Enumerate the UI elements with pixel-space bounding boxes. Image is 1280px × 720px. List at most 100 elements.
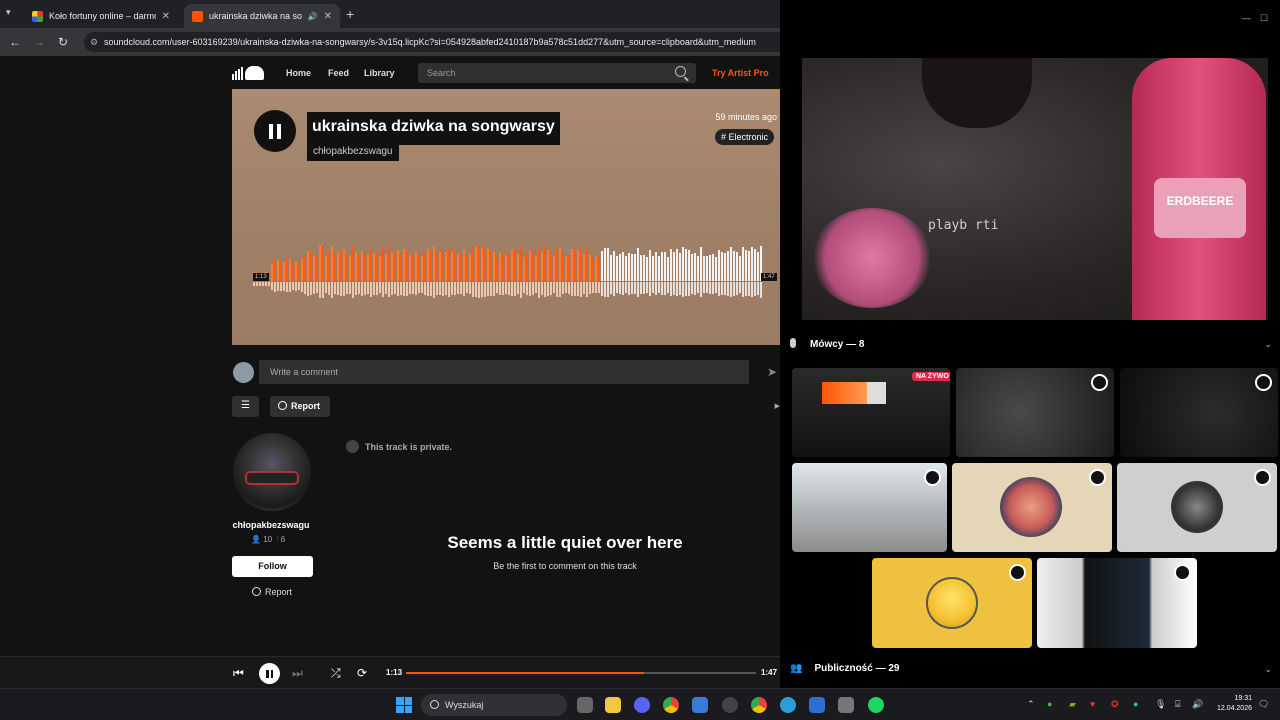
back-icon[interactable]: ← (3, 35, 27, 49)
current-time: 1:13 (386, 668, 403, 677)
waveform-reflection-bar (547, 282, 549, 296)
nav-library[interactable]: Library (364, 68, 395, 78)
tab-wheel-of-fortune[interactable]: Koło fortuny online – darmowe ✕ (24, 4, 178, 28)
avatar[interactable] (233, 433, 311, 511)
new-tab-button[interactable]: + (346, 6, 354, 22)
nav-feed[interactable]: Feed (328, 68, 349, 78)
tray-app-icon[interactable]: ✪ (1111, 699, 1119, 710)
forward-icon[interactable]: → (27, 35, 51, 49)
search-icon[interactable] (675, 66, 686, 77)
maximize-icon[interactable]: ☐ (1260, 13, 1268, 24)
notifications-icon[interactable]: 🗨 (1258, 699, 1269, 710)
minimize-icon[interactable]: — (1242, 13, 1251, 23)
waveform-bar (694, 253, 696, 281)
waveform-reflection-bar (406, 282, 408, 296)
waveform-reflection-bar (739, 282, 741, 293)
windows-start-icon[interactable] (396, 697, 412, 713)
waveform-reflection-bar (331, 282, 333, 298)
speaker-tile[interactable] (956, 368, 1114, 457)
add-to-playlist-icon[interactable]: ☰ (232, 396, 259, 417)
follow-button[interactable]: Follow (232, 556, 313, 577)
waveform[interactable] (253, 235, 764, 301)
chrome-icon[interactable] (663, 697, 679, 713)
pause-button[interactable] (254, 110, 296, 152)
speaker-tile[interactable] (1037, 558, 1197, 648)
speaker-tile[interactable] (952, 463, 1112, 552)
volume-icon[interactable]: 🔊 (1192, 699, 1203, 710)
tray-overflow-icon[interactable]: ⌃ (1027, 699, 1035, 710)
tracks-icon: ⫶ (276, 535, 279, 544)
discord-icon[interactable] (634, 697, 650, 713)
audience-header[interactable]: 👥 Publiczność — 29 (790, 663, 899, 674)
calculator-icon[interactable] (838, 697, 854, 713)
waveform-reflection-bar (589, 282, 591, 294)
speaker-icon[interactable]: 🔊 (308, 12, 318, 21)
tab-close-icon[interactable]: ✕ (324, 11, 332, 22)
spotify-icon[interactable] (868, 697, 884, 713)
taskbar-search[interactable]: Wyszukaj (421, 694, 567, 716)
waveform-reflection-bar (574, 282, 576, 296)
network-icon[interactable]: ⌸ (1175, 699, 1180, 710)
waveform-bar (430, 250, 432, 281)
nvidia-icon[interactable]: ▰ (1069, 699, 1076, 710)
waveform-reflection-bar (571, 282, 573, 296)
speaker-tile[interactable] (792, 463, 947, 552)
waveform-reflection-bar (352, 282, 354, 298)
shuffle-icon[interactable]: ⤮ (331, 666, 341, 681)
try-artist-pro-link[interactable]: Try Artist Pro (712, 68, 769, 78)
chrome-active-icon[interactable] (751, 697, 767, 713)
tray-app-icon[interactable]: ● (1047, 699, 1052, 709)
waveform-bar (583, 254, 585, 281)
comment-input[interactable]: Write a comment (259, 360, 749, 384)
previous-icon[interactable]: ⏮ (233, 666, 244, 681)
uploader-name[interactable]: chłopakbezswagu (232, 520, 310, 530)
search-input[interactable]: Search (418, 63, 696, 83)
progress-slider[interactable] (406, 672, 756, 674)
genre-tag[interactable]: # Electronic (714, 129, 774, 145)
file-explorer-icon[interactable] (605, 697, 621, 713)
moderator-icon (1091, 374, 1108, 391)
waveform-reflection-bar (508, 282, 510, 295)
repeat-icon[interactable]: ⟳ (357, 666, 367, 680)
soundcloud-logo-icon[interactable] (232, 66, 264, 80)
nav-home[interactable]: Home (286, 68, 311, 78)
edge-icon[interactable] (780, 697, 796, 713)
next-icon[interactable]: ⏭ (292, 666, 303, 681)
notepad-icon[interactable] (809, 697, 825, 713)
taskbar-clock[interactable]: 19:31 12.04.2026 (1206, 694, 1252, 714)
tab-search-chevron-icon[interactable]: ▾ (6, 7, 11, 18)
waveform-reflection-bar (400, 282, 402, 295)
task-view-icon[interactable] (577, 697, 593, 713)
speaker-tile[interactable] (872, 558, 1032, 648)
waveform-bar (631, 254, 633, 281)
waveform-reflection-bar (289, 282, 291, 292)
chevron-down-icon[interactable]: ⌄ (1264, 664, 1272, 675)
track-artist-link[interactable]: chłopakbezswagu (307, 142, 399, 161)
steam-icon[interactable] (722, 697, 738, 713)
waveform-bar (724, 253, 726, 281)
empty-comments-title: Seems a little quiet over here (447, 533, 683, 552)
pause-button[interactable] (259, 663, 280, 684)
report-button[interactable]: Report (270, 396, 330, 417)
tray-app-icon[interactable]: ♥ (1090, 699, 1095, 709)
speaker-tile[interactable] (1117, 463, 1277, 552)
tracks-count[interactable]: 6 (281, 535, 285, 544)
speakers-header[interactable]: Mówcy — 8 (790, 338, 864, 350)
spotify-tray-icon[interactable]: ● (1133, 699, 1138, 709)
url-field[interactable]: ⚙ soundcloud.com/user-603169239/ukrainsk… (84, 32, 780, 52)
chevron-down-icon[interactable]: ⌄ (1264, 339, 1272, 350)
tab-close-icon[interactable]: ✕ (162, 11, 170, 22)
followers-count[interactable]: 10 (263, 535, 272, 544)
report-user-link[interactable]: Report (252, 587, 292, 597)
stream-video[interactable]: ERDBEERE playb rti (802, 58, 1268, 320)
photos-icon[interactable] (692, 697, 708, 713)
reload-icon[interactable]: ↻ (51, 35, 75, 49)
microphone-tray-icon[interactable]: 🎙 (1155, 699, 1166, 710)
waveform-reflection-bar (520, 282, 522, 298)
waveform-reflection-bar (478, 282, 480, 298)
send-icon[interactable]: ➤ (767, 365, 777, 379)
site-info-icon[interactable]: ⚙ (90, 37, 98, 48)
tab-soundcloud[interactable]: ukrainska dziwka na songw 🔊 ✕ (184, 4, 340, 28)
speaker-tile[interactable] (1120, 368, 1278, 457)
speaker-tile[interactable]: NA ŻYWO (792, 368, 950, 457)
